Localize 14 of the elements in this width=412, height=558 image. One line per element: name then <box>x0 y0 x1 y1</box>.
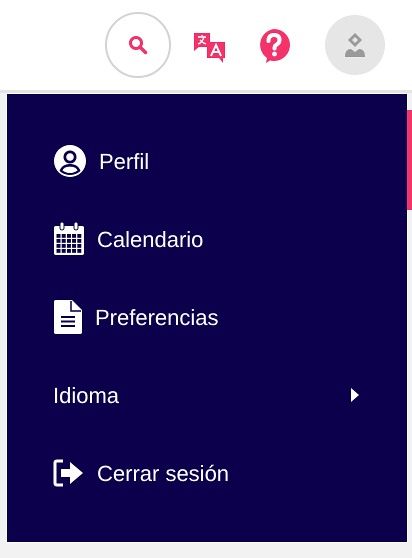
logout-icon <box>53 459 85 487</box>
search-icon <box>128 35 148 55</box>
translate-icon[interactable] <box>193 30 227 64</box>
user-avatar-icon <box>342 32 368 58</box>
caret-right-icon <box>351 388 359 402</box>
menu-item[interactable]: Idioma <box>7 356 407 434</box>
menu-item[interactable]: Cerrar sesión <box>7 434 407 512</box>
document-icon <box>53 299 83 335</box>
menu-item[interactable]: Preferencias <box>7 278 407 356</box>
menu-item[interactable]: Calendario <box>7 200 407 278</box>
help-icon[interactable] <box>257 28 291 64</box>
menu-item[interactable]: Perfil <box>7 122 407 200</box>
user-circle-icon <box>53 144 87 178</box>
calendar-icon <box>53 222 85 256</box>
